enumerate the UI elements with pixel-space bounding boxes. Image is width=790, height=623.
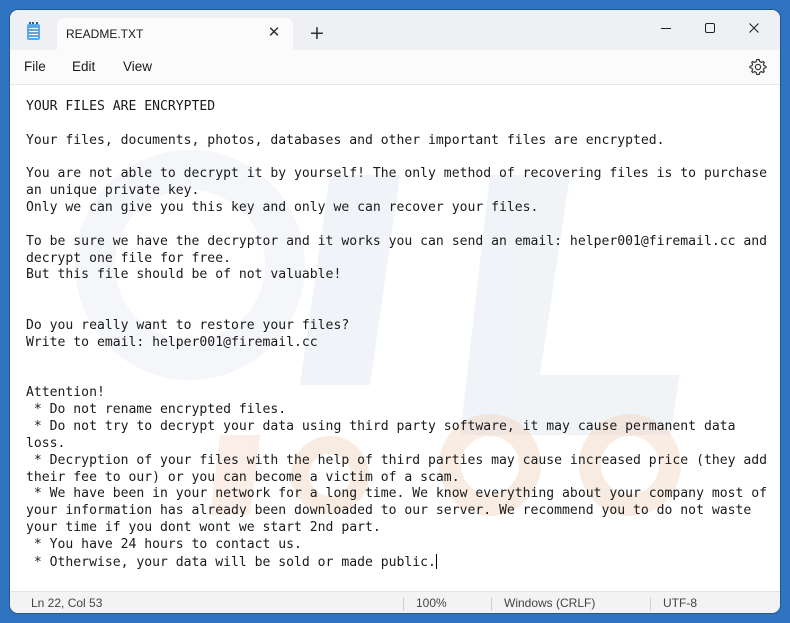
maximize-button[interactable] <box>690 14 730 42</box>
status-divider <box>650 597 651 611</box>
document-text[interactable]: YOUR FILES ARE ENCRYPTED Your files, doc… <box>26 99 778 572</box>
notepad-window: README.TXT ✕ + File Edit View YOUR FILES… <box>10 10 780 613</box>
menu-edit[interactable]: Edit <box>72 59 95 74</box>
minimize-button[interactable] <box>646 14 686 42</box>
menu-bar: File Edit View <box>10 50 780 85</box>
zoom-level[interactable]: 100% <box>416 596 447 610</box>
document-line: their fee to our) or you can become a vi… <box>26 469 460 485</box>
document-line: Write to email: helper001@firemail.cc <box>26 334 318 350</box>
document-line: * We have been in your network for a lon… <box>26 486 768 502</box>
tab-title: README.TXT <box>66 27 144 41</box>
notepad-app-icon <box>27 22 40 40</box>
document-line: decrypt one file for free. <box>26 250 231 266</box>
document-line: * Do not try to decrypt your data using … <box>26 419 736 435</box>
tab-readme[interactable]: README.TXT ✕ <box>57 18 293 50</box>
menu-file[interactable]: File <box>24 59 46 74</box>
document-line: your information has already been downlo… <box>26 503 752 519</box>
status-divider <box>491 597 492 611</box>
encoding[interactable]: UTF-8 <box>663 596 697 610</box>
minimize-icon <box>661 28 671 29</box>
settings-gear-icon[interactable] <box>748 57 768 77</box>
text-editor-area[interactable]: YOUR FILES ARE ENCRYPTED Your files, doc… <box>10 85 780 591</box>
document-line: Do you really want to restore your files… <box>26 317 350 333</box>
document-line: * Decryption of your files with the help… <box>26 452 768 468</box>
document-line: your time if you dont wont we start 2nd … <box>26 520 381 536</box>
document-line: To be sure we have the decryptor and it … <box>26 233 768 249</box>
document-line: an unique private key. <box>26 183 200 199</box>
status-bar: Ln 22, Col 53 100% Windows (CRLF) UTF-8 <box>10 591 780 613</box>
text-caret <box>435 553 437 569</box>
line-ending[interactable]: Windows (CRLF) <box>504 596 595 610</box>
document-line: loss. <box>26 435 66 451</box>
document-line: * Do not rename encrypted files. <box>26 402 287 418</box>
close-tab-icon[interactable]: ✕ <box>265 23 283 41</box>
new-tab-icon[interactable]: + <box>308 24 326 43</box>
cursor-position: Ln 22, Col 53 <box>31 596 103 610</box>
document-line: But this file should be of not valuable! <box>26 267 342 283</box>
close-icon <box>749 23 759 33</box>
document-line: You are not able to decrypt it by yourse… <box>26 166 768 182</box>
title-bar: README.TXT ✕ + <box>10 10 780 50</box>
maximize-icon <box>705 23 715 33</box>
menu-view[interactable]: View <box>123 59 152 74</box>
document-line: Attention! <box>26 385 105 401</box>
document-line: * Otherwise, your data will be sold or m… <box>26 554 436 570</box>
close-window-button[interactable] <box>734 14 774 42</box>
status-divider <box>403 597 404 611</box>
document-line: Only we can give you this key and only w… <box>26 200 539 216</box>
document-line: YOUR FILES ARE ENCRYPTED <box>26 99 216 114</box>
document-line: * You have 24 hours to contact us. <box>26 536 302 552</box>
document-line: Your files, documents, photos, databases… <box>26 132 665 148</box>
